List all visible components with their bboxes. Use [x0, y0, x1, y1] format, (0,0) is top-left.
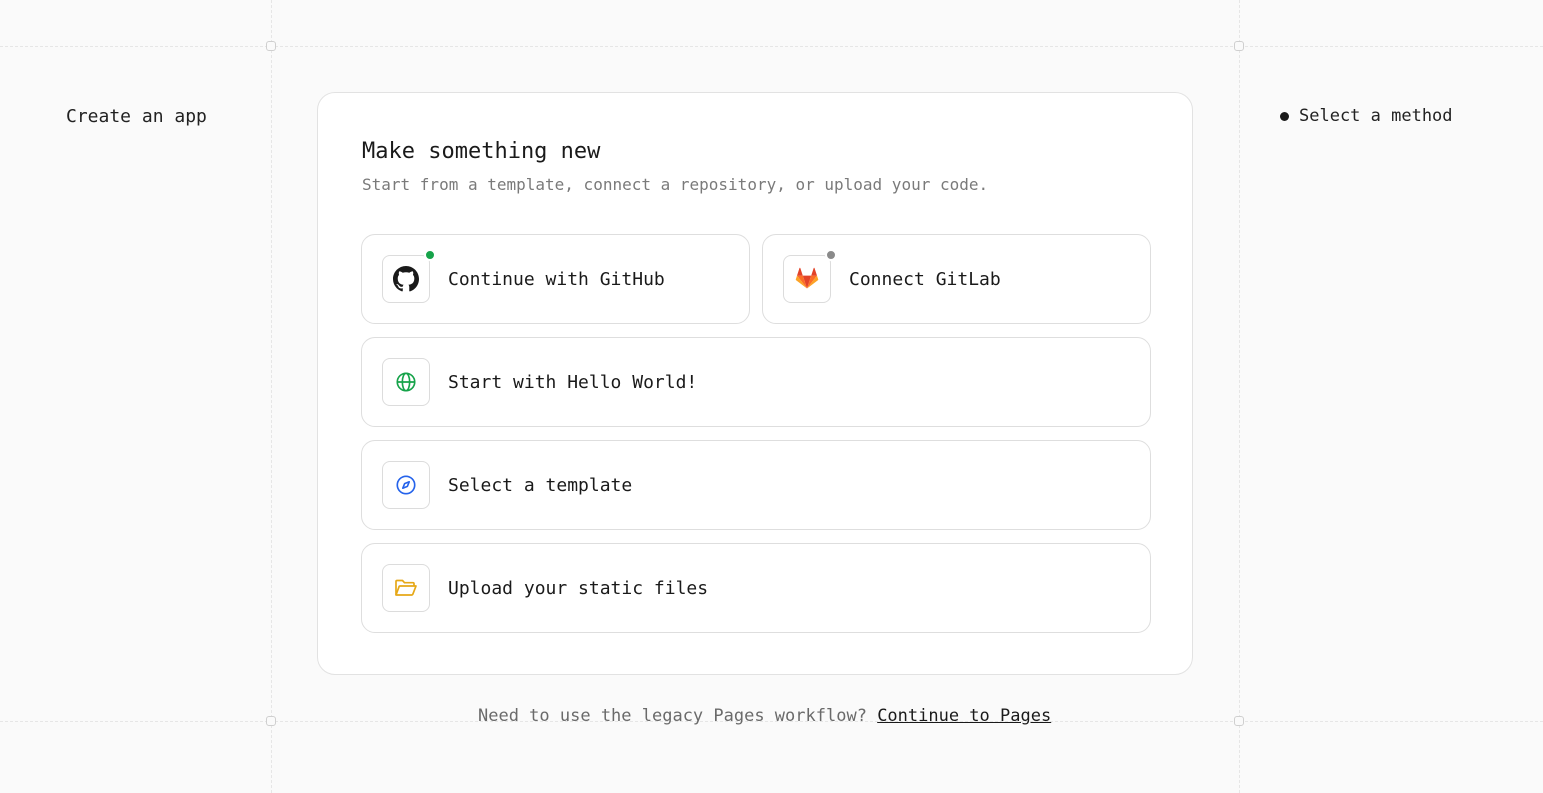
legacy-footer: Need to use the legacy Pages workflow? C…: [478, 706, 1051, 726]
guide-line-left: [271, 0, 272, 793]
disconnected-status-dot: [825, 249, 837, 261]
guide-line-right: [1239, 0, 1240, 793]
github-icon: [382, 249, 436, 303]
step-bullet: [1280, 111, 1289, 121]
template-option-label: Select a template: [448, 474, 633, 496]
globe-icon: [382, 358, 430, 406]
card-subtitle: Start from a template, connect a reposit…: [362, 175, 989, 194]
hello-world-option-button[interactable]: Start with Hello World!: [361, 337, 1151, 427]
corner-marker: [266, 41, 276, 51]
compass-icon: [382, 461, 430, 509]
legacy-footer-text: Need to use the legacy Pages workflow?: [478, 706, 867, 726]
hello-world-option-label: Start with Hello World!: [448, 371, 698, 393]
github-option-button[interactable]: Continue with GitHub: [361, 234, 750, 324]
upload-option-button[interactable]: Upload your static files: [361, 543, 1151, 633]
step-label: Select a method: [1299, 106, 1453, 126]
connected-status-dot: [424, 249, 436, 261]
corner-marker: [266, 716, 276, 726]
gitlab-option-label: Connect GitLab: [849, 268, 1001, 290]
step-indicator: Select a method: [1280, 106, 1453, 126]
card-title: Make something new: [362, 139, 601, 164]
upload-option-label: Upload your static files: [448, 577, 709, 599]
template-option-button[interactable]: Select a template: [361, 440, 1151, 530]
corner-marker: [1234, 41, 1244, 51]
continue-to-pages-link[interactable]: Continue to Pages: [877, 706, 1051, 726]
page-title: Create an app: [66, 106, 207, 127]
github-option-label: Continue with GitHub: [448, 268, 665, 290]
guide-line-top: [0, 46, 1543, 47]
gitlab-option-button[interactable]: Connect GitLab: [762, 234, 1151, 324]
corner-marker: [1234, 716, 1244, 726]
gitlab-icon: [783, 249, 837, 303]
method-card: Make something new Start from a template…: [317, 92, 1193, 675]
folder-icon: [382, 564, 430, 612]
